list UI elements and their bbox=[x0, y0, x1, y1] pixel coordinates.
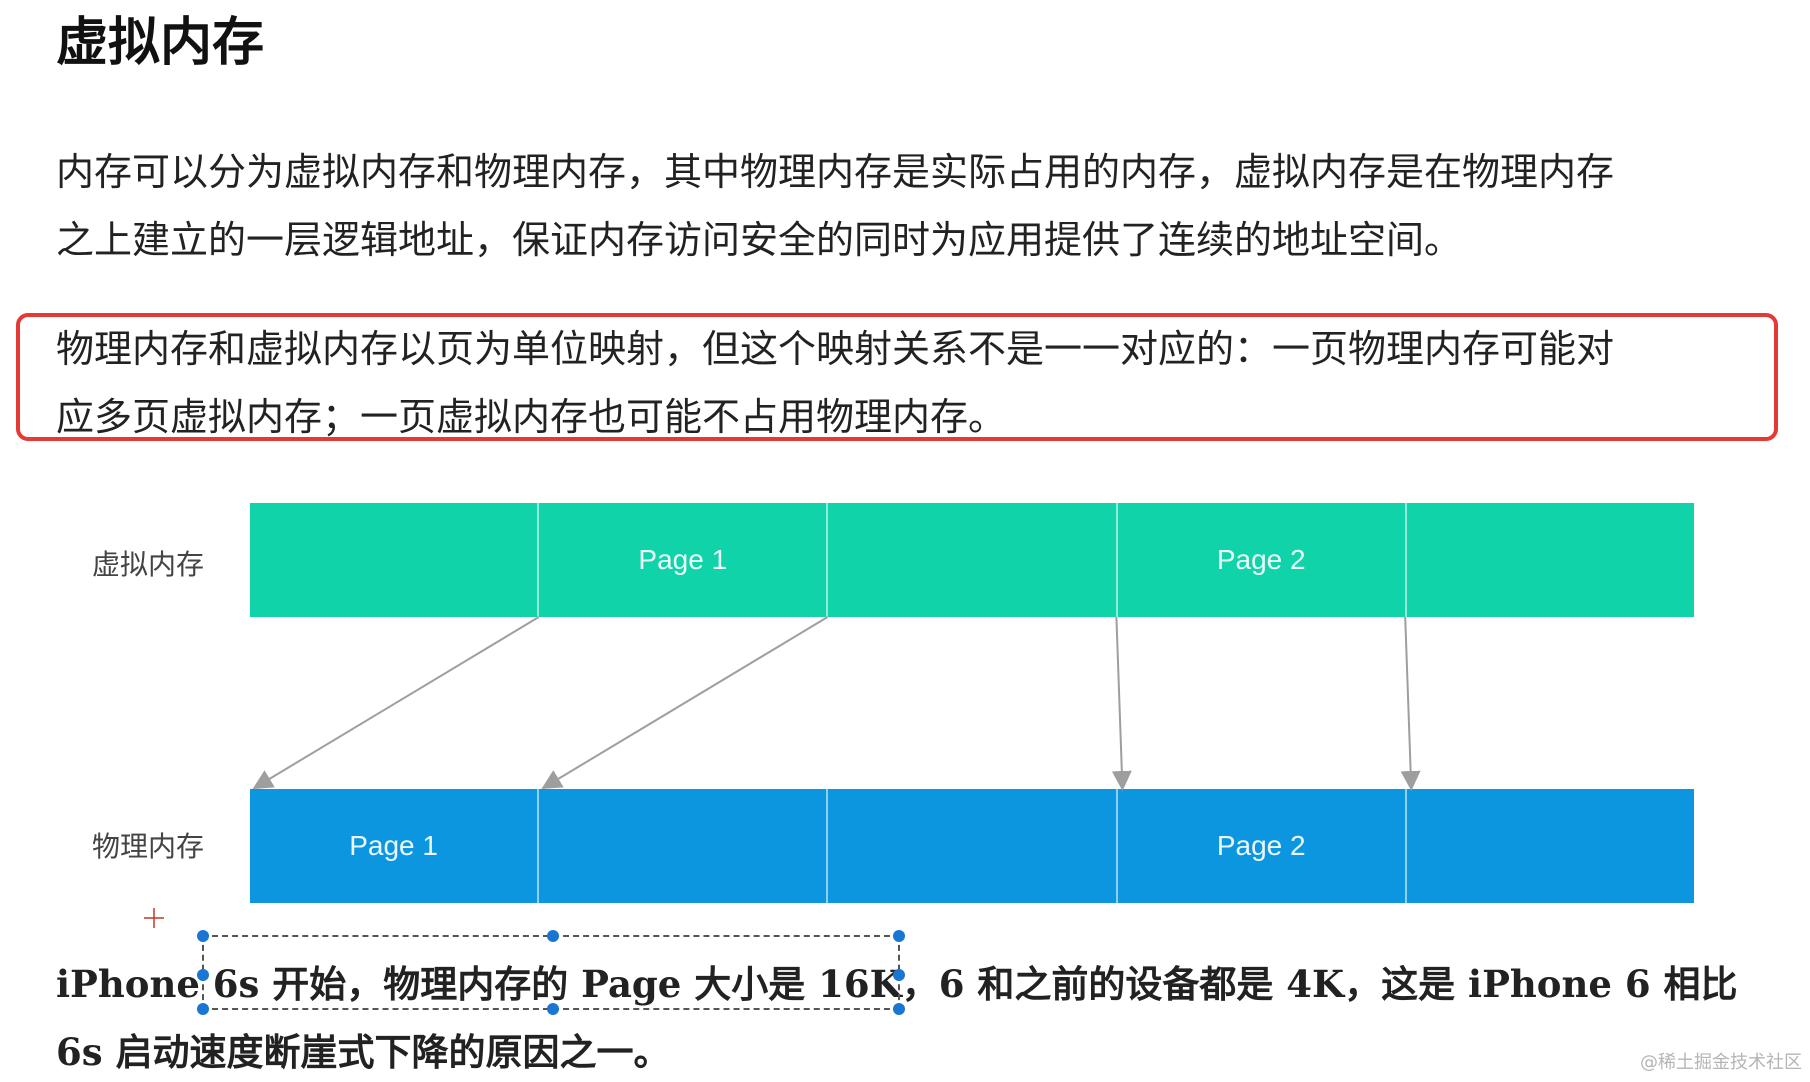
mapping-arrow-1 bbox=[541, 616, 829, 790]
mapping-arrow-3 bbox=[1400, 616, 1421, 791]
watermark: @稀土掘金技术社区 bbox=[1640, 1052, 1802, 1073]
resize-handle-top-left[interactable] bbox=[197, 930, 209, 942]
resize-handle-top-middle[interactable] bbox=[547, 930, 559, 942]
resize-handle-bottom-right[interactable] bbox=[893, 1003, 905, 1015]
resize-handle-middle-right[interactable] bbox=[893, 969, 905, 981]
conclusion-line-2: 6s 启动速度断崖式下降的原因之一。 bbox=[56, 1030, 671, 1074]
memory-mapping-diagram: 虚拟内存 物理内存 Page 1 Page 2 Page 1 Page 2 bbox=[0, 0, 1810, 1082]
mapping-arrow-0 bbox=[252, 616, 540, 790]
resize-handle-bottom-middle[interactable] bbox=[547, 1003, 559, 1015]
mapping-arrows bbox=[252, 616, 1421, 791]
crosshair-cursor-icon bbox=[144, 908, 164, 928]
resize-handle-bottom-left[interactable] bbox=[197, 1003, 209, 1015]
resize-handle-top-right[interactable] bbox=[893, 930, 905, 942]
resize-handle-middle-left[interactable] bbox=[197, 969, 209, 981]
text-selection-box[interactable] bbox=[197, 930, 905, 1015]
mapping-arrow-2 bbox=[1111, 616, 1132, 791]
